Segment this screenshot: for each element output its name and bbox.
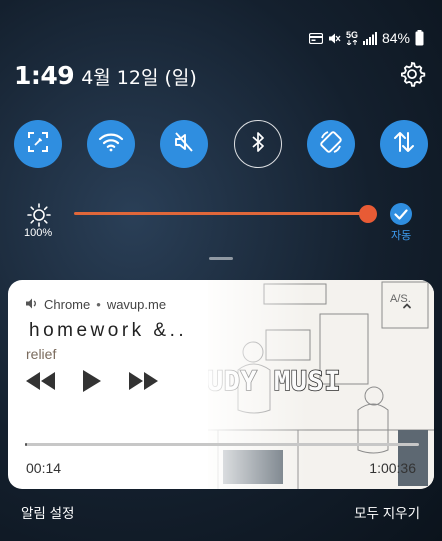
current-time: 00:14 bbox=[26, 460, 62, 476]
screen-capture-icon bbox=[26, 130, 50, 159]
media-app-name: Chrome bbox=[44, 297, 91, 312]
total-time: 1:00:36 bbox=[369, 460, 416, 476]
data-arrows-icon bbox=[392, 130, 416, 159]
brightness-slider[interactable] bbox=[74, 205, 377, 223]
notification-settings-button[interactable]: 알림 설정 bbox=[21, 502, 74, 522]
media-notification-card[interactable]: A/S. UDY MUSI Chrome • wavup.me homework… bbox=[8, 280, 434, 489]
play-icon bbox=[83, 369, 101, 397]
brightness-percent: 100% bbox=[24, 227, 53, 239]
collapse-chevron-icon[interactable] bbox=[400, 298, 414, 309]
clock: 1:49 bbox=[14, 60, 75, 90]
bluetooth-icon bbox=[251, 131, 265, 158]
status-bar: 5G 84% bbox=[308, 28, 424, 48]
rewind-icon bbox=[26, 371, 56, 395]
brightness-slider-track bbox=[74, 212, 368, 215]
quick-toggles bbox=[14, 120, 428, 168]
toggle-auto-rotate[interactable] bbox=[306, 120, 355, 168]
media-progress-fill bbox=[25, 443, 27, 446]
settings-gear-icon[interactable] bbox=[398, 60, 426, 88]
brightness-control: 100% 자동 bbox=[0, 200, 442, 244]
brightness-sun-icon bbox=[26, 202, 52, 228]
media-progress-bar[interactable] bbox=[25, 443, 419, 446]
wifi-icon bbox=[98, 131, 124, 158]
rewind-button[interactable] bbox=[26, 371, 56, 395]
fast-forward-icon bbox=[128, 371, 158, 395]
play-button[interactable] bbox=[83, 369, 101, 397]
media-source-url: wavup.me bbox=[106, 297, 167, 312]
toggle-wifi[interactable] bbox=[87, 120, 136, 168]
media-source-row: Chrome • wavup.me bbox=[26, 297, 166, 312]
header: 1:49 4월 12일 (일) bbox=[14, 58, 428, 92]
auto-brightness-check-icon[interactable] bbox=[390, 203, 412, 225]
battery-icon bbox=[415, 30, 424, 46]
speaker-icon bbox=[26, 297, 38, 312]
signal-icon bbox=[362, 31, 377, 45]
rotate-icon bbox=[318, 129, 344, 160]
media-controls bbox=[26, 369, 158, 397]
toggle-bluetooth[interactable] bbox=[233, 120, 282, 168]
clear-all-button[interactable]: 모두 지우기 bbox=[354, 502, 420, 522]
card-icon bbox=[308, 32, 323, 44]
date: 4월 12일 (일) bbox=[81, 67, 197, 89]
mute-icon bbox=[172, 130, 196, 159]
5g-icon: 5G bbox=[346, 31, 358, 45]
track-artist: relief bbox=[26, 346, 57, 362]
auto-brightness-label[interactable]: 자동 bbox=[391, 227, 411, 243]
toggle-screen-capture[interactable] bbox=[14, 120, 62, 168]
media-separator: • bbox=[96, 297, 101, 312]
track-title: homework &.. bbox=[29, 320, 188, 341]
battery-percent: 84% bbox=[381, 30, 410, 46]
panel-drag-handle[interactable] bbox=[209, 257, 233, 260]
brightness-slider-thumb[interactable] bbox=[359, 205, 377, 223]
mute-icon bbox=[328, 32, 341, 45]
toggle-mobile-data[interactable] bbox=[379, 120, 428, 168]
notification-footer: 알림 설정 모두 지우기 bbox=[0, 502, 442, 522]
fast-forward-button[interactable] bbox=[128, 371, 158, 395]
toggle-mute[interactable] bbox=[160, 120, 209, 168]
